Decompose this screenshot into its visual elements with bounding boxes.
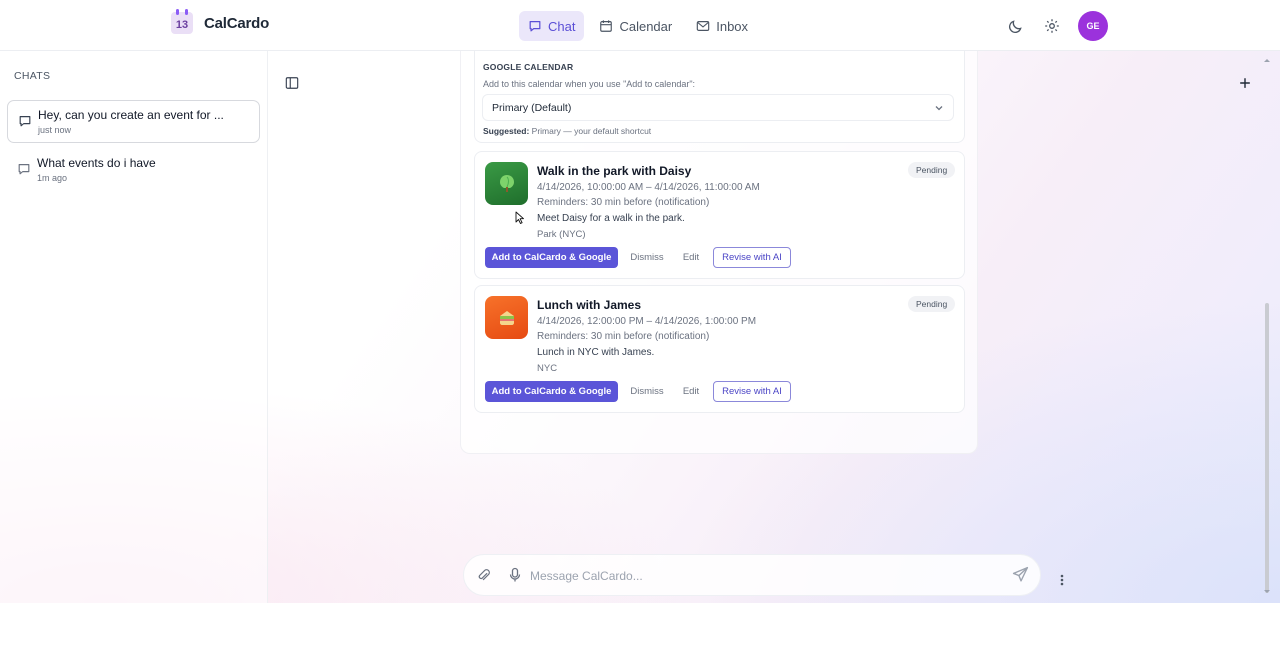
chat-title: What events do i have bbox=[37, 156, 156, 170]
sidebar-toggle-button[interactable] bbox=[285, 76, 299, 95]
event-location: Park (NYC) bbox=[537, 229, 586, 240]
event-time: 4/14/2026, 10:00:00 AM – 4/14/2026, 11:0… bbox=[537, 182, 760, 193]
dismiss-button[interactable]: Dismiss bbox=[623, 247, 671, 268]
dismiss-button[interactable]: Dismiss bbox=[623, 381, 671, 402]
nav-tab-calendar-label: Calendar bbox=[619, 18, 673, 34]
app-name: CalCardo bbox=[204, 14, 270, 32]
chevron-down-icon bbox=[935, 106, 943, 111]
gear-icon bbox=[1045, 19, 1059, 33]
send-button[interactable] bbox=[1012, 566, 1029, 588]
scroll-down-arrow-icon[interactable] bbox=[1263, 589, 1271, 595]
nav-tab-chat[interactable]: Chat bbox=[519, 11, 585, 41]
event-location: NYC bbox=[537, 363, 558, 374]
chat-bubble-icon bbox=[19, 116, 31, 127]
sandwich-icon bbox=[499, 310, 514, 325]
suggestion-label: Suggested: bbox=[483, 126, 530, 136]
google-calendar-description: Add to this calendar when you use "Add t… bbox=[483, 79, 696, 89]
event-reminders: Reminders: 30 min before (notification) bbox=[537, 331, 710, 342]
suggestion-value: Primary — your default shortcut bbox=[531, 126, 652, 136]
chat-list-item[interactable]: Hey, can you create an event for ... jus… bbox=[7, 100, 260, 143]
attach-button[interactable] bbox=[476, 567, 491, 588]
scroll-up-arrow-icon[interactable] bbox=[1263, 57, 1271, 63]
top-header: 13 CalCardo Chat Calendar Inbox GE bbox=[0, 0, 1280, 51]
scrollbar-thumb[interactable] bbox=[1265, 303, 1269, 593]
chat-time: 1m ago bbox=[37, 173, 68, 183]
chat-list-item[interactable]: What events do i have 1m ago bbox=[7, 149, 260, 192]
chat-title: Hey, can you create an event for ... bbox=[38, 108, 224, 122]
event-title: Lunch with James bbox=[537, 298, 642, 312]
panel-left-icon bbox=[285, 77, 299, 89]
event-time: 4/14/2026, 12:00:00 PM – 4/14/2026, 1:00… bbox=[537, 316, 757, 327]
moon-icon bbox=[1008, 19, 1022, 33]
microphone-icon bbox=[509, 567, 521, 582]
send-icon bbox=[1012, 566, 1029, 582]
header-actions: GE bbox=[1004, 11, 1108, 41]
event-thumbnail bbox=[485, 162, 528, 205]
app-logo[interactable]: 13 CalCardo bbox=[171, 9, 270, 34]
add-to-calendar-button[interactable]: Add to CalCardo & Google bbox=[485, 381, 618, 402]
status-badge: Pending bbox=[908, 162, 956, 178]
more-vertical-icon bbox=[1060, 574, 1064, 586]
mouse-cursor-icon bbox=[515, 211, 524, 224]
chat-bubble-icon bbox=[18, 164, 30, 175]
event-description: Meet Daisy for a walk in the park. bbox=[537, 213, 685, 224]
nav-tab-inbox-label: Inbox bbox=[716, 18, 749, 34]
dark-mode-toggle[interactable] bbox=[1004, 11, 1026, 41]
calendar-select[interactable]: Primary (Default) bbox=[482, 94, 954, 121]
revise-with-ai-button[interactable]: Revise with AI bbox=[713, 247, 791, 268]
user-avatar[interactable]: GE bbox=[1078, 11, 1108, 41]
google-calendar-section: GOOGLE CALENDAR Add to this calendar whe… bbox=[474, 51, 965, 143]
main-nav: Chat Calendar Inbox bbox=[519, 11, 763, 41]
paperclip-icon bbox=[478, 569, 490, 581]
event-description: Lunch in NYC with James. bbox=[537, 347, 655, 358]
app-window: 13 CalCardo Chat Calendar Inbox GE CHATS… bbox=[0, 0, 1280, 603]
plus-icon bbox=[1240, 78, 1250, 88]
event-thumbnail bbox=[485, 296, 528, 339]
calendar-select-value: Primary (Default) bbox=[492, 102, 572, 114]
message-input[interactable] bbox=[530, 565, 990, 587]
event-card: Lunch with James 4/14/2026, 12:00:00 PM … bbox=[474, 285, 965, 413]
chat-time: just now bbox=[38, 125, 72, 135]
chats-heading: CHATS bbox=[14, 70, 51, 82]
page-scrollbar[interactable] bbox=[1262, 51, 1272, 603]
chat-icon bbox=[529, 21, 541, 32]
event-card: Walk in the park with Daisy 4/14/2026, 1… bbox=[474, 151, 965, 279]
nav-tab-inbox[interactable]: Inbox bbox=[687, 11, 757, 41]
chat-sidebar: CHATS Hey, can you create an event for .… bbox=[0, 51, 268, 603]
logo-day-number: 13 bbox=[175, 19, 189, 31]
more-options-button[interactable] bbox=[1056, 572, 1068, 593]
settings-button[interactable] bbox=[1041, 11, 1063, 41]
google-calendar-title: GOOGLE CALENDAR bbox=[483, 62, 574, 72]
calendar-logo-icon: 13 bbox=[171, 9, 193, 34]
calendar-icon bbox=[600, 20, 613, 32]
mail-icon bbox=[696, 21, 710, 31]
tree-icon bbox=[499, 174, 514, 192]
nav-tab-calendar[interactable]: Calendar bbox=[590, 11, 681, 41]
edit-button[interactable]: Edit bbox=[677, 381, 705, 402]
event-title: Walk in the park with Daisy bbox=[537, 164, 692, 178]
voice-input-button[interactable] bbox=[508, 567, 522, 588]
event-reminders: Reminders: 30 min before (notification) bbox=[537, 197, 710, 208]
nav-tab-chat-label: Chat bbox=[548, 18, 576, 34]
calendar-suggestion: Suggested: Primary — your default shortc… bbox=[483, 126, 651, 136]
add-to-calendar-button[interactable]: Add to CalCardo & Google bbox=[485, 247, 618, 268]
edit-button[interactable]: Edit bbox=[677, 247, 705, 268]
status-badge: Pending bbox=[908, 296, 956, 312]
new-chat-button[interactable] bbox=[1238, 76, 1252, 95]
revise-with-ai-button[interactable]: Revise with AI bbox=[713, 381, 791, 402]
message-composer bbox=[463, 554, 1041, 596]
